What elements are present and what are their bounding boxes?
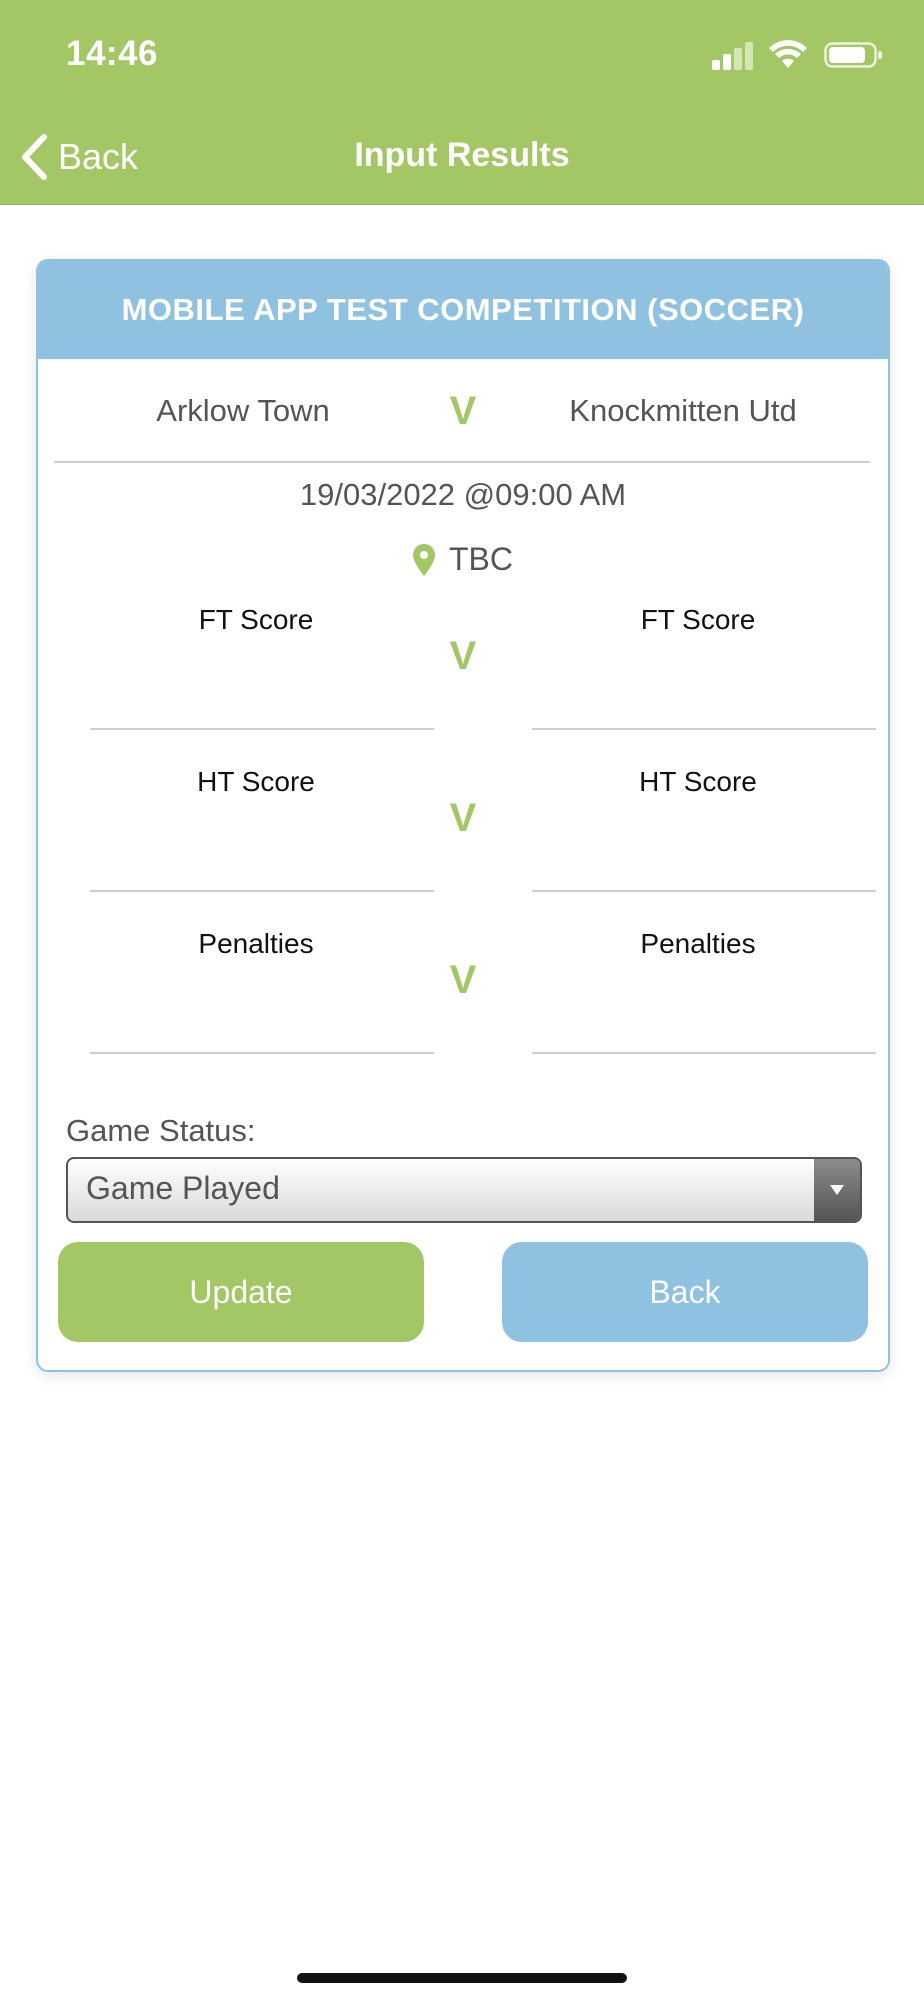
signal-icon — [712, 42, 753, 70]
penalties-row: Penalties V Penalties — [38, 910, 888, 1072]
home-ft-label: FT Score — [198, 604, 314, 635]
update-button[interactable]: Update — [58, 1242, 424, 1342]
away-ht-score-input[interactable] — [532, 832, 876, 892]
match-datetime: 19/03/2022 @09:00 AM — [299, 477, 627, 512]
match-card: MOBILE APP TEST COMPETITION (SOCCER) Ark… — [36, 259, 890, 1372]
game-status-select[interactable]: Game Played — [66, 1157, 862, 1223]
ht-score-row: HT Score V HT Score — [38, 748, 888, 910]
home-ft-score-input[interactable] — [90, 670, 434, 730]
away-ft-label: FT Score — [640, 604, 756, 635]
away-ht-label: HT Score — [639, 766, 757, 797]
divider — [54, 461, 870, 463]
home-penalties-label: Penalties — [198, 928, 314, 959]
match-venue: TBC — [38, 541, 888, 578]
home-ht-score-input[interactable] — [90, 832, 434, 892]
page-title: Input Results — [354, 136, 570, 174]
away-ft-score-input[interactable] — [532, 670, 876, 730]
away-penalties-label: Penalties — [640, 928, 756, 959]
versus-label: V — [449, 796, 477, 840]
home-ht-label: HT Score — [197, 766, 315, 797]
home-team-name: Arklow Town — [156, 393, 330, 428]
game-status-label: Game Status: — [66, 1113, 256, 1148]
dropdown-arrow-icon — [814, 1159, 860, 1221]
location-pin-icon — [413, 543, 435, 576]
versus-label: V — [449, 958, 477, 1002]
back-button[interactable]: Back — [502, 1242, 868, 1342]
home-penalties-input[interactable] — [90, 994, 434, 1054]
away-team-name: Knockmitten Utd — [569, 393, 797, 428]
update-button-label: Update — [189, 1273, 293, 1310]
back-button-label: Back — [649, 1273, 721, 1310]
home-indicator[interactable] — [297, 1973, 627, 1983]
teams-row: Arklow Town V Knockmitten Utd — [38, 359, 888, 463]
competition-name: MOBILE APP TEST COMPETITION (SOCCER) — [121, 292, 805, 327]
ft-score-row: FT Score V FT Score — [38, 586, 888, 748]
versus-label: V — [449, 634, 477, 678]
away-penalties-input[interactable] — [532, 994, 876, 1054]
status-time: 14:46 — [66, 34, 159, 73]
wifi-icon — [769, 40, 807, 68]
venue-name: TBC — [449, 541, 513, 577]
top-bar: 14:46 Back Input Results — [0, 0, 924, 205]
battery-icon — [824, 42, 882, 68]
game-status-value: Game Played — [86, 1170, 280, 1206]
competition-header: MOBILE APP TEST COMPETITION (SOCCER) — [38, 261, 888, 359]
versus-label: V — [449, 389, 477, 433]
